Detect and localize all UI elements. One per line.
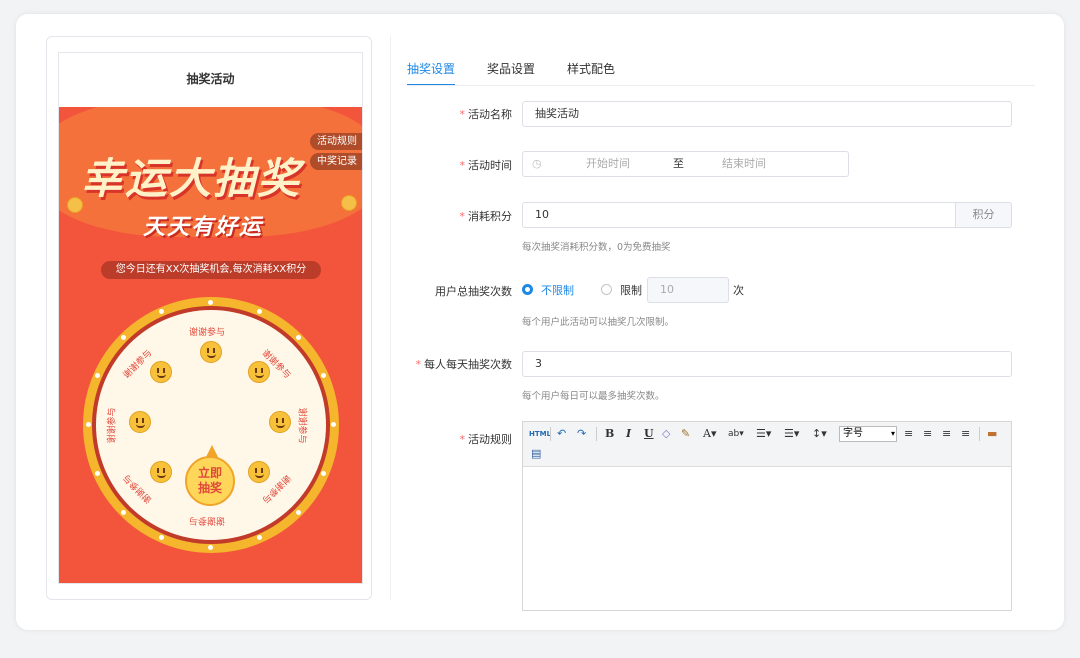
smile-icon bbox=[248, 361, 270, 383]
html-source-button[interactable]: HTML bbox=[529, 427, 551, 441]
prize-label: 谢谢参与 bbox=[107, 407, 118, 444]
unlimited-radio[interactable] bbox=[522, 284, 533, 295]
undo-icon[interactable]: ↶ bbox=[557, 427, 566, 441]
prize-wheel: 谢谢参与 谢谢参与 谢谢参与 谢谢参与 谢谢参与 谢谢参与 谢谢参与 谢谢参与 bbox=[83, 297, 339, 553]
smile-icon bbox=[200, 341, 222, 363]
tab-prize-settings[interactable]: 奖品设置 bbox=[487, 58, 535, 86]
daily-draws-hint: 每个用户每日可以最多抽奖次数。 bbox=[522, 391, 665, 402]
align-right-icon[interactable]: ≡ bbox=[942, 427, 951, 441]
activity-time-label: * 活动时间 bbox=[459, 159, 513, 172]
align-left-icon[interactable]: ≡ bbox=[904, 427, 913, 441]
wheel-light bbox=[159, 535, 164, 540]
smile-icon bbox=[150, 361, 172, 383]
wheel-light bbox=[331, 422, 336, 427]
redo-icon[interactable]: ↷ bbox=[577, 427, 586, 441]
wheel-light bbox=[257, 309, 262, 314]
points-cost-input[interactable]: 10 bbox=[522, 202, 956, 228]
poster-subtitle: 天天有好运 bbox=[143, 215, 264, 240]
activity-time-range[interactable]: ◷ 开始时间 至 结束时间 bbox=[522, 151, 849, 177]
underline-button[interactable]: U bbox=[644, 427, 654, 441]
prize-label: 谢谢参与 bbox=[189, 328, 226, 338]
limit-unit: 次 bbox=[733, 284, 744, 297]
wheel-light bbox=[121, 510, 126, 515]
italic-button[interactable]: I bbox=[626, 427, 631, 441]
prize-label: 谢谢参与 bbox=[189, 515, 226, 525]
start-draw-button[interactable]: 立即 抽奖 bbox=[185, 445, 235, 506]
highlight-color-icon[interactable]: ab▾ bbox=[728, 427, 744, 441]
records-button[interactable]: 中奖记录 bbox=[310, 153, 362, 170]
wheel-light bbox=[208, 545, 213, 550]
activity-name-label: * 活动名称 bbox=[459, 108, 513, 121]
format-painter-icon[interactable]: ✎ bbox=[681, 427, 690, 441]
align-justify-icon[interactable]: ≡ bbox=[961, 427, 970, 441]
font-size-select[interactable]: 字号 ▾ bbox=[839, 426, 897, 442]
daily-draws-input[interactable]: 3 bbox=[522, 351, 1012, 377]
wheel-light bbox=[95, 373, 100, 378]
chance-text: 您今日还有XX次抽奖机会,每次消耗XX积分 bbox=[101, 261, 321, 279]
ordered-list-icon[interactable]: ☰▾ bbox=[756, 427, 771, 441]
tab-style-colors[interactable]: 样式配色 bbox=[567, 58, 615, 86]
wheel-light bbox=[321, 471, 326, 476]
time-separator: 至 bbox=[673, 157, 684, 170]
limited-radio[interactable] bbox=[601, 284, 612, 295]
tabs-divider bbox=[407, 85, 1035, 86]
wheel-light bbox=[296, 335, 301, 340]
unordered-list-icon[interactable]: ☰▾ bbox=[784, 427, 799, 441]
bold-button[interactable]: B bbox=[605, 427, 614, 441]
font-color-button[interactable]: A▾ bbox=[703, 427, 716, 441]
editor-toolbar: HTML ↶ ↷ B I U ◇ ✎ A▾ ab▾ ☰▾ ☰▾ ↕▾ 字号 ▾ ≡… bbox=[523, 422, 1011, 467]
eraser-icon[interactable]: ◇ bbox=[662, 427, 670, 441]
image-icon[interactable]: ▬ bbox=[987, 427, 997, 441]
poster-title: 幸运大抽奖 bbox=[81, 154, 302, 203]
wheel-light bbox=[296, 510, 301, 515]
smile-icon bbox=[248, 461, 270, 483]
rules-rich-text-editor[interactable]: HTML ↶ ↷ B I U ◇ ✎ A▾ ab▾ ☰▾ ☰▾ ↕▾ 字号 ▾ ≡… bbox=[522, 421, 1012, 611]
wheel-light bbox=[208, 300, 213, 305]
video-icon[interactable]: ▤ bbox=[531, 447, 541, 461]
points-cost-label: * 消耗积分 bbox=[459, 210, 513, 223]
limited-option-label[interactable]: 限制 bbox=[620, 282, 642, 298]
line-height-icon[interactable]: ↕▾ bbox=[812, 427, 827, 441]
prize-label: 谢谢参与 bbox=[296, 407, 307, 444]
wheel-light bbox=[159, 309, 164, 314]
points-cost-hint: 每次抽奖消耗积分数，0为免费抽奖 bbox=[522, 242, 671, 253]
preview-header-title: 抽奖活动 bbox=[59, 53, 362, 106]
total-draws-hint: 每个用户此活动可以抽奖几次限制。 bbox=[522, 317, 675, 328]
editor-content-area[interactable] bbox=[523, 467, 1011, 607]
smile-icon bbox=[150, 461, 172, 483]
activity-name-input[interactable]: 抽奖活动 bbox=[522, 101, 1012, 127]
tab-draw-settings[interactable]: 抽奖设置 bbox=[407, 58, 456, 86]
rules-button[interactable]: 活动规则 bbox=[310, 133, 362, 150]
points-unit-addon: 积分 bbox=[956, 202, 1012, 228]
start-time-input[interactable]: 开始时间 bbox=[586, 152, 630, 176]
align-center-icon[interactable]: ≡ bbox=[923, 427, 932, 441]
clock-icon: ◷ bbox=[532, 157, 542, 170]
wheel-light bbox=[95, 471, 100, 476]
rules-label: * 活动规则 bbox=[459, 433, 513, 446]
smile-icon bbox=[269, 411, 291, 433]
wheel-light bbox=[86, 422, 91, 427]
lottery-poster: 幸运大抽奖 天天有好运 活动规则 中奖记录 您今日还有XX次抽奖机会,每次消耗X… bbox=[59, 107, 362, 583]
unlimited-option-label[interactable]: 不限制 bbox=[541, 282, 574, 298]
end-time-input[interactable]: 结束时间 bbox=[722, 152, 766, 176]
phone-preview: 抽奖活动 幸运大抽奖 天天有好运 活动规则 中奖记录 您今日还有XX次抽奖机会,… bbox=[58, 52, 363, 584]
limit-count-input[interactable]: 10 bbox=[647, 277, 729, 303]
daily-draws-label: * 每人每天抽奖次数 bbox=[415, 358, 513, 371]
wheel-light bbox=[257, 535, 262, 540]
total-draws-label: 用户总抽奖次数 bbox=[435, 285, 512, 298]
wheel-light bbox=[321, 373, 326, 378]
smile-icon bbox=[129, 411, 151, 433]
coin-icon bbox=[341, 195, 357, 211]
wheel-light bbox=[121, 335, 126, 340]
settings-tabs: 抽奖设置 奖品设置 样式配色 bbox=[407, 58, 647, 86]
